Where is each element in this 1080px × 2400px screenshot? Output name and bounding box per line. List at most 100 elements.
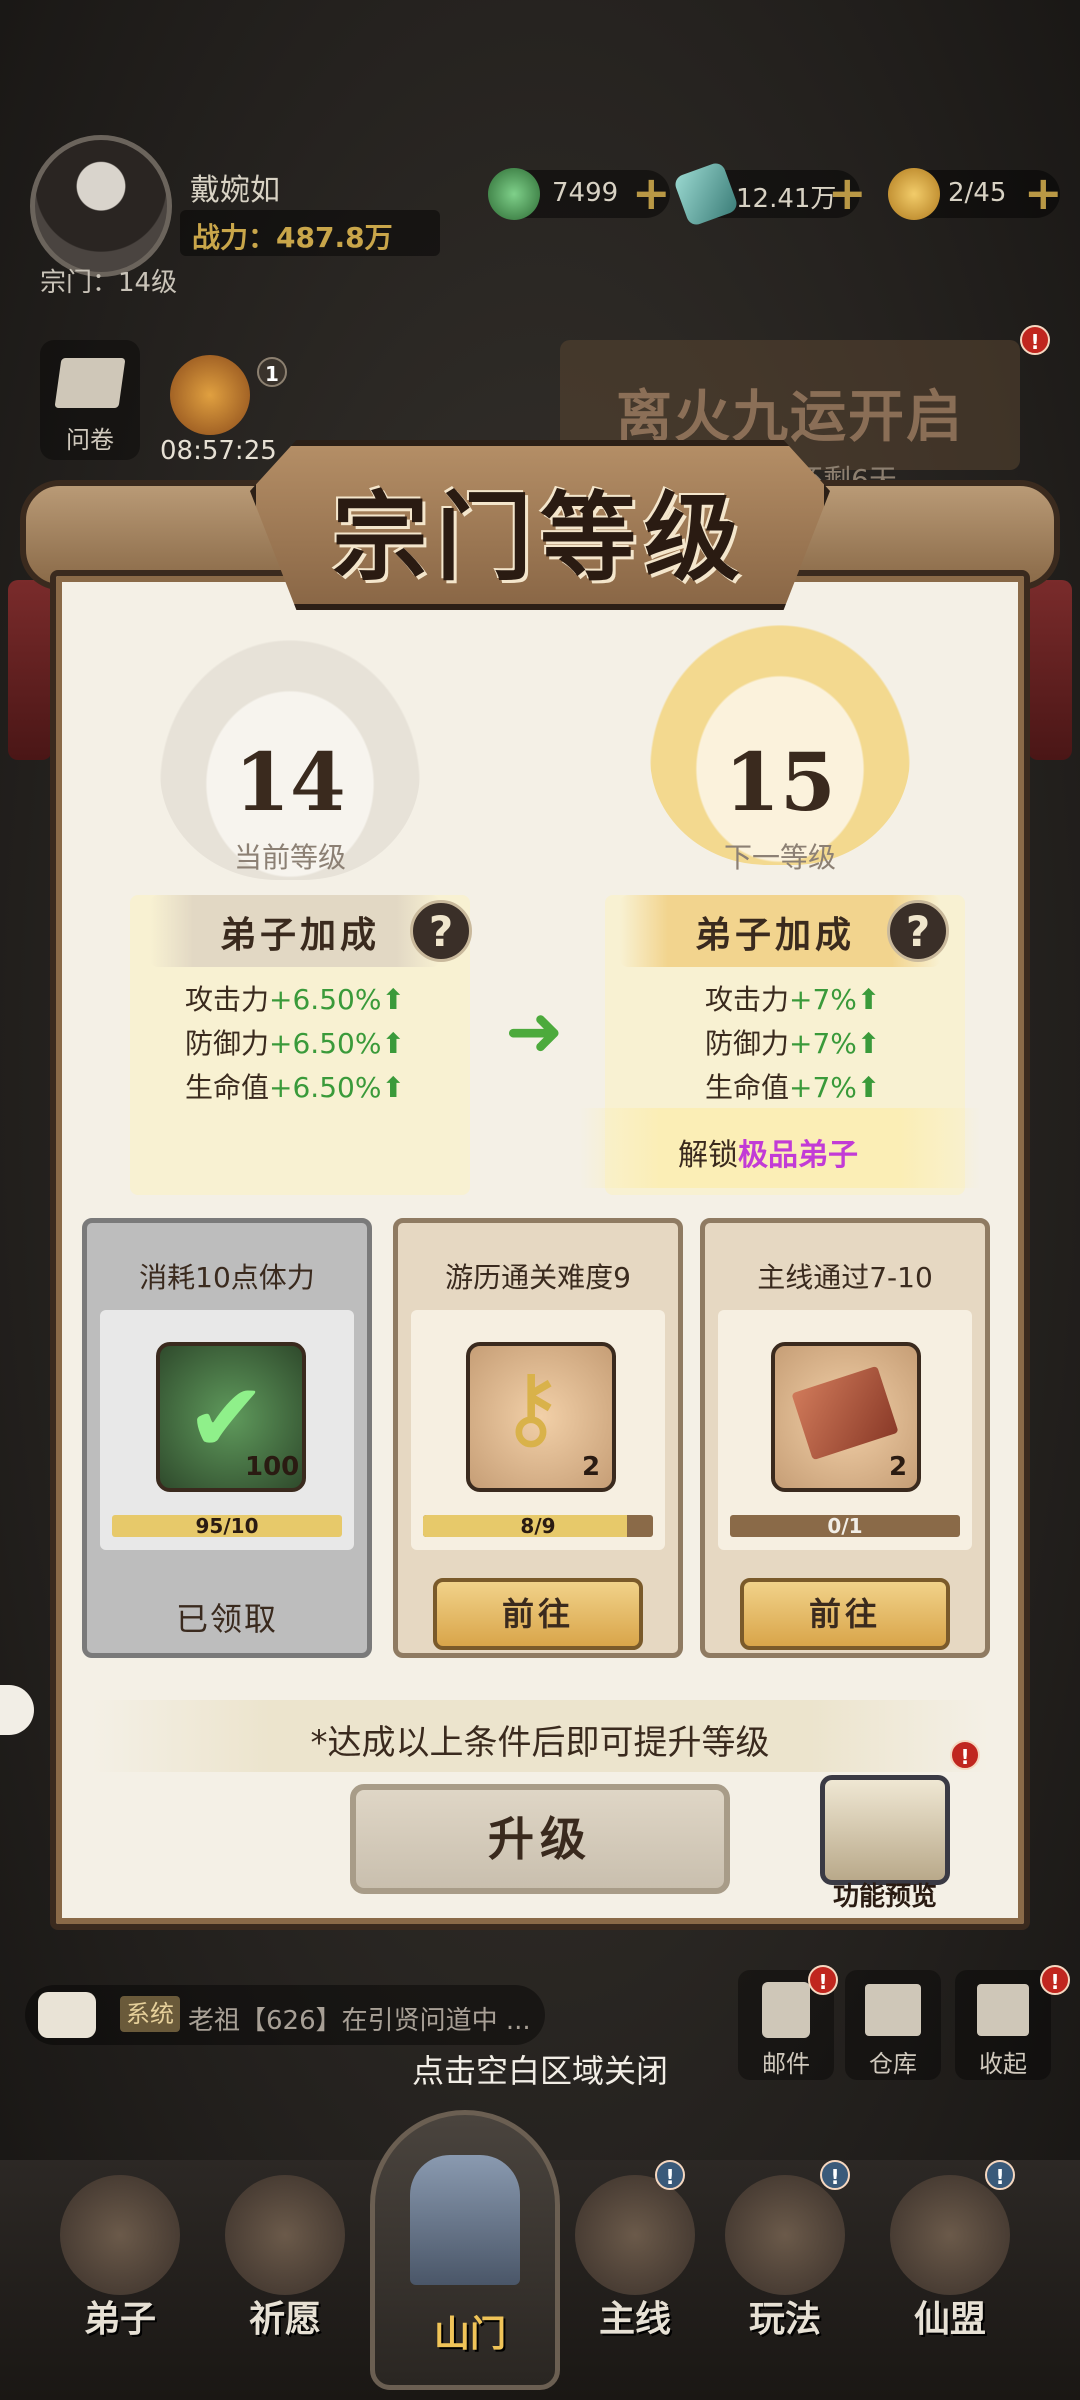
- stat-label: 生命值: [705, 1071, 790, 1104]
- grid-icon: [977, 1984, 1029, 2036]
- help-icon[interactable]: ?: [410, 900, 472, 962]
- go-button[interactable]: 前往: [740, 1578, 950, 1650]
- warehouse-label: 仓库: [869, 2050, 917, 2078]
- current-stat-defense: 防御力+6.50%⬆: [185, 1022, 405, 1062]
- alert-badge-icon: !: [808, 1965, 838, 1995]
- feature-preview-label: 功能预览: [832, 1882, 937, 1912]
- tassel-left: [8, 580, 52, 760]
- upgrade-button[interactable]: 升级: [350, 1784, 730, 1894]
- claimed-status: 已领取: [175, 1600, 278, 1638]
- alert-badge-icon: !: [950, 1740, 980, 1770]
- chat-icon[interactable]: [38, 1992, 96, 2038]
- nav-disciples[interactable]: 弟子: [45, 2175, 195, 2385]
- alert-badge-icon: !: [1040, 1965, 1070, 1995]
- stat-value: +6.50%: [269, 983, 382, 1016]
- stat-value: +7%: [789, 983, 857, 1016]
- unlock-prefix: 解锁: [678, 1138, 738, 1173]
- game-screen: 戴婉如 战力：487.8万 宗门：14级 7499 + 12.41万 + 2/4…: [0, 0, 1080, 2400]
- help-icon[interactable]: ?: [887, 900, 949, 962]
- scroll-icon: [54, 358, 126, 408]
- golden-key-icon: ⚷: [498, 1355, 564, 1460]
- nav-wish[interactable]: 祈愿: [210, 2175, 360, 2385]
- stat-value: +7%: [789, 1071, 857, 1104]
- arrow-up-icon: ⬆: [856, 983, 881, 1016]
- arrow-up-icon: ⬆: [381, 983, 405, 1016]
- alliance-icon: [890, 2175, 1010, 2295]
- nav-label: 祈愿: [248, 2298, 321, 2340]
- stamina-gourd-icon: [888, 168, 940, 220]
- task-title: 消耗10点体力: [139, 1261, 315, 1294]
- arrow-up-icon: ⬆: [856, 1071, 881, 1104]
- next-level-number: 15: [724, 735, 836, 829]
- next-stat-hp: 生命值+7%⬆: [705, 1066, 880, 1106]
- stat-label: 生命值: [185, 1071, 270, 1104]
- sword-icon: [575, 2175, 695, 2295]
- resource-value: 2/45: [948, 178, 1007, 208]
- current-stat-hp: 生命值+6.50%⬆: [185, 1066, 405, 1106]
- next-level-caption: 下一等级: [723, 841, 836, 874]
- current-level-caption: 当前等级: [233, 841, 346, 874]
- mail-icon: [762, 1982, 810, 2038]
- warehouse-icon: [865, 1984, 921, 2036]
- unlock-highlight: 极品弟子: [738, 1138, 858, 1173]
- gameplay-badge-icon: !: [820, 2160, 850, 2190]
- stat-value: +7%: [789, 1027, 857, 1060]
- collapse-label: 收起: [979, 2050, 1027, 2078]
- feature-preview-scroll-icon[interactable]: [820, 1775, 950, 1885]
- stat-label: 防御力: [705, 1027, 790, 1060]
- nav-gate[interactable]: 山门: [370, 2110, 560, 2390]
- nav-label: 主线: [598, 2298, 671, 2340]
- progress-label: 8/9: [520, 1514, 556, 1538]
- gate-icon: [410, 2155, 520, 2285]
- unlock-text: 解锁极品弟子: [678, 1130, 858, 1174]
- nav-label: 玩法: [748, 2298, 821, 2340]
- go-button[interactable]: 前往: [433, 1578, 643, 1650]
- progress-label: 95/10: [195, 1514, 259, 1538]
- dialog-title: 宗门等级: [332, 481, 748, 594]
- collapse-button[interactable]: 收起: [955, 1970, 1051, 2080]
- sword-badge-icon: !: [655, 2160, 685, 2190]
- chat-channel-tag: 系统: [120, 1996, 180, 2032]
- questionnaire-label: 问卷: [66, 426, 114, 454]
- arrow-up-icon: ⬆: [856, 1027, 881, 1060]
- stat-label: 攻击力: [705, 983, 790, 1016]
- chat-bubble-icon[interactable]: [0, 1685, 34, 1735]
- stat-value: +6.50%: [269, 1027, 382, 1060]
- sect-level-label: 宗门：14级: [40, 268, 178, 298]
- mail-label: 邮件: [762, 2050, 810, 2078]
- hint-text: *达成以上条件后即可提升等级: [310, 1723, 770, 1763]
- task-title: 游历通关难度9: [445, 1261, 631, 1294]
- progress-label: 0/1: [827, 1514, 863, 1538]
- current-stat-attack: 攻击力+6.50%⬆: [185, 978, 405, 1018]
- resource-value: 12.41万: [736, 184, 837, 214]
- player-name: 戴婉如: [190, 173, 280, 208]
- current-level-number: 14: [234, 735, 346, 829]
- add-stamina-button[interactable]: +: [1024, 170, 1063, 216]
- nav-label: 仙盟: [913, 2298, 986, 2340]
- nav-alliance[interactable]: 仙盟: [875, 2175, 1025, 2385]
- gameplay-icon: [725, 2175, 845, 2295]
- warehouse-button[interactable]: 仓库: [845, 1970, 941, 2080]
- gift-count-badge: 1: [257, 357, 287, 387]
- stat-label: 防御力: [185, 1027, 270, 1060]
- task-title: 主线通过7-10: [757, 1261, 933, 1294]
- nav-main-quest[interactable]: 主线: [560, 2175, 710, 2385]
- player-avatar[interactable]: [30, 135, 172, 277]
- arrow-up-icon: ⬆: [381, 1071, 405, 1104]
- gift-bag-icon[interactable]: [170, 355, 250, 435]
- nav-label: 弟子: [83, 2298, 156, 2340]
- jade-coin-icon: [488, 168, 540, 220]
- nav-gameplay[interactable]: 玩法: [710, 2175, 860, 2385]
- alert-badge-icon: !: [1020, 325, 1050, 355]
- tassel-right: [1028, 580, 1072, 760]
- chat-message: 老祖【626】在引贤问道中 ...: [188, 2006, 531, 2036]
- player-power: 战力：487.8万: [192, 221, 393, 254]
- questionnaire-button[interactable]: 问卷: [40, 340, 140, 460]
- add-jade-button[interactable]: +: [632, 170, 671, 216]
- item-count: 2: [889, 1452, 908, 1482]
- alliance-badge-icon: !: [985, 2160, 1015, 2190]
- next-stat-defense: 防御力+7%⬆: [705, 1022, 880, 1062]
- wish-scroll-icon: [225, 2175, 345, 2295]
- add-stone-button[interactable]: +: [828, 170, 867, 216]
- item-count: 2: [582, 1452, 601, 1482]
